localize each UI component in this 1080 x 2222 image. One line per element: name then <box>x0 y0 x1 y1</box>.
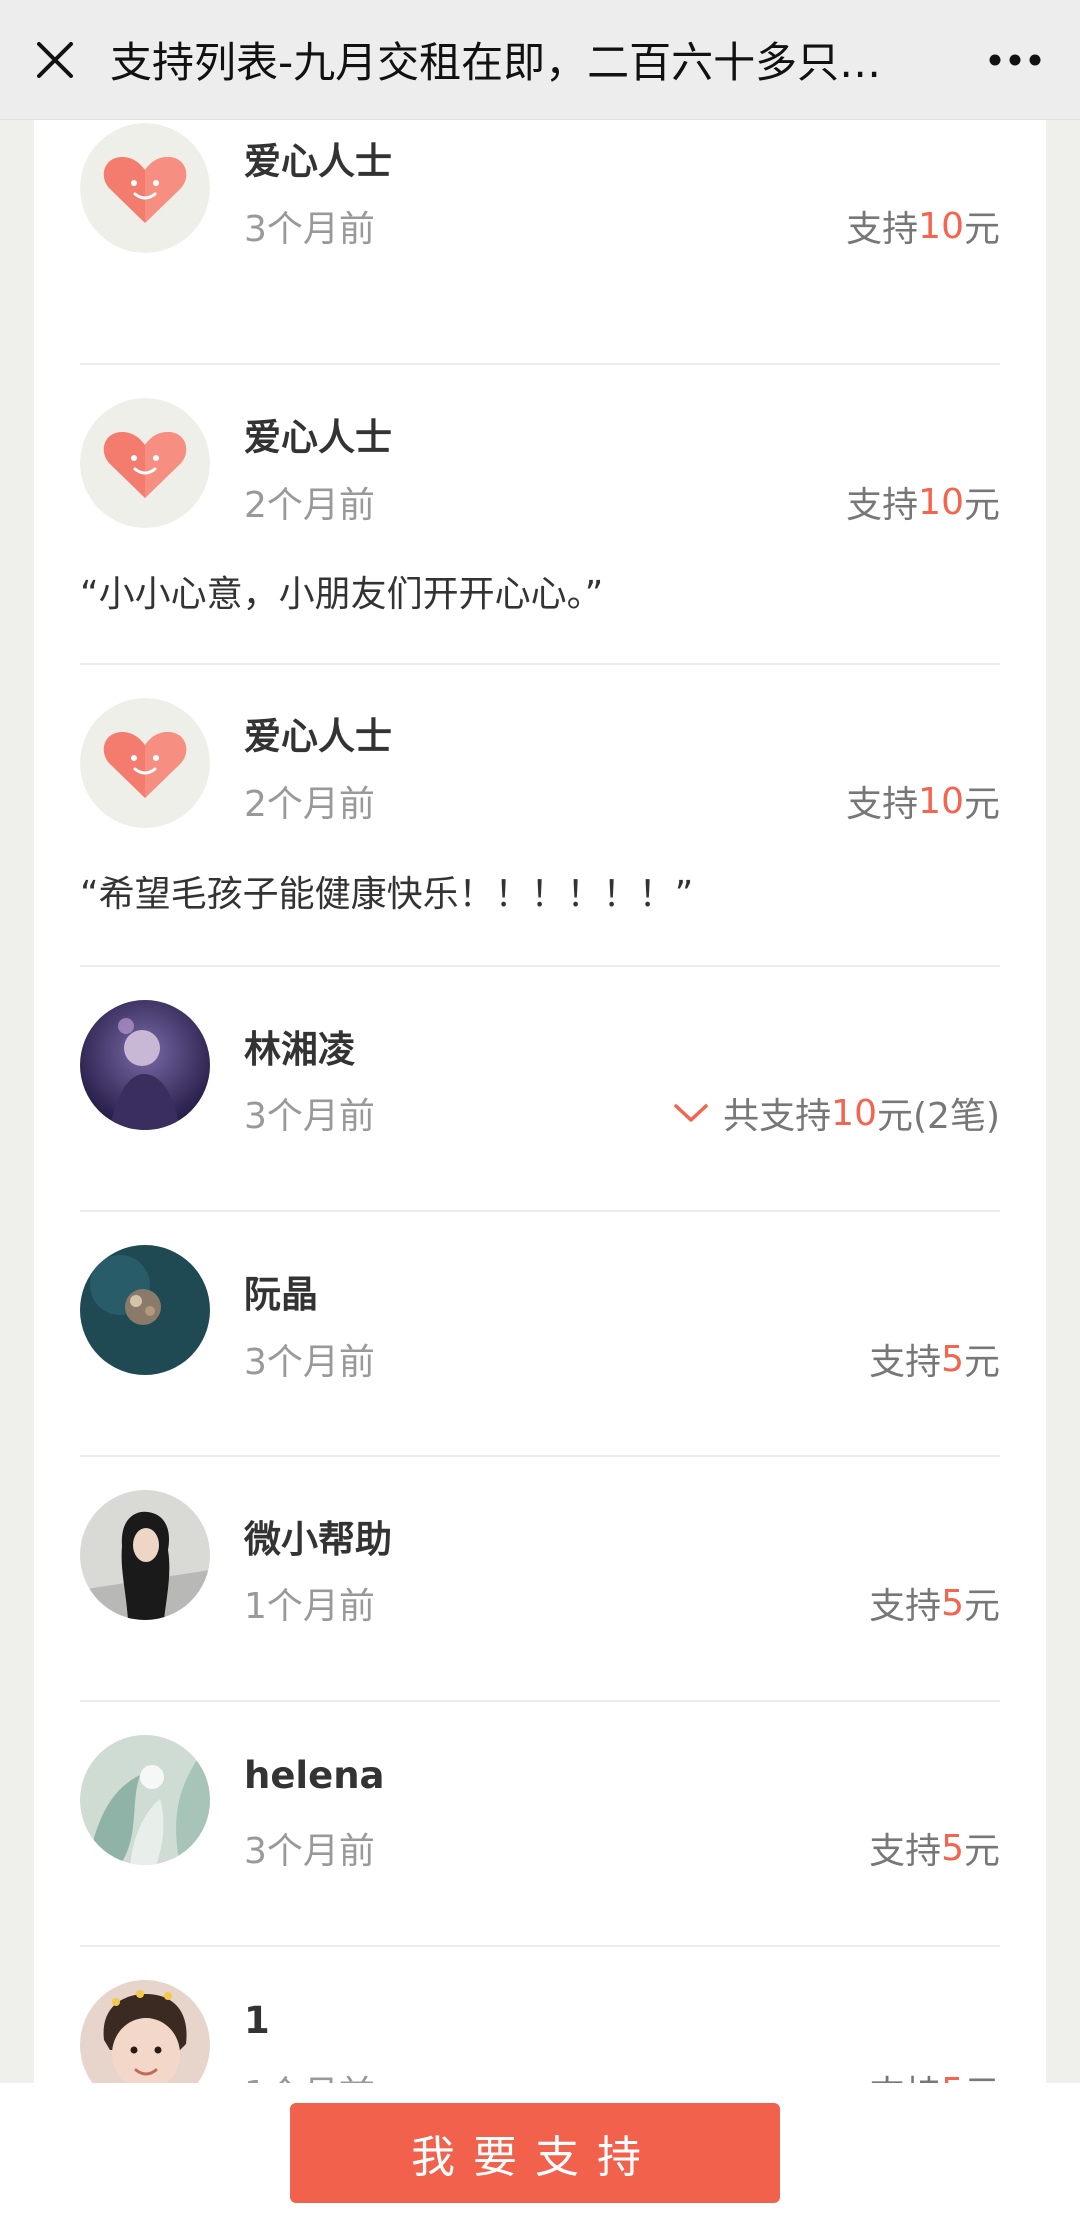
support-time: 2个月前 <box>244 784 375 825</box>
user-photo-icon <box>80 1735 210 1865</box>
support-time: 3个月前 <box>244 1096 375 1137</box>
amount-unit: 元 <box>963 784 1000 825</box>
amount-unit: 元 <box>964 2065 1000 2083</box>
page-title: 支持列表-九月交租在即，二百六十多只… <box>110 38 882 87</box>
amount-value: 5 <box>941 1827 964 1869</box>
amount-unit: 元 <box>963 1342 1000 1383</box>
list-item[interactable]: 阮晶 3个月前 支持 5 元 <box>80 1212 1000 1457</box>
amount-unit: 元 <box>963 209 1000 250</box>
supporter-list-panel: 爱心人士 3个月前 支持 10 元 爱心人士 2个月前 支持 10 元 “小小心… <box>34 120 1046 2083</box>
avatar <box>80 1245 210 1375</box>
support-button[interactable]: 我要支持 <box>290 2103 780 2203</box>
user-photo-icon <box>80 1000 210 1130</box>
expand-details-button[interactable]: 共支持 10 元 (2笔) <box>673 1087 1000 1139</box>
amount-value: 10 <box>918 205 964 247</box>
list-item[interactable]: 爱心人士 3个月前 支持 10 元 <box>80 120 1000 365</box>
support-message: “希望毛孩子能健康快乐！！！！！！” <box>80 874 694 915</box>
support-amount: 支持 10 元 <box>846 476 1000 528</box>
amount-value: 5 <box>941 2071 964 2084</box>
supporter-name: 爱心人士 <box>244 416 392 459</box>
support-time: 2个月前 <box>244 485 375 526</box>
amount-value: 5 <box>941 1338 964 1380</box>
bottom-action-bar: 我要支持 <box>0 2083 1080 2222</box>
supporter-name: 阮晶 <box>244 1273 318 1316</box>
amount-prefix: 支持 <box>869 1586 942 1627</box>
avatar <box>80 123 210 253</box>
amount-value: 5 <box>941 1582 964 1624</box>
support-time: 1个月前 <box>244 1586 375 1627</box>
supporter-name: 爱心人士 <box>244 715 392 758</box>
chevron-down-icon <box>674 1104 708 1122</box>
amount-value: 10 <box>918 481 964 523</box>
amount-prefix: 共支持 <box>723 1096 832 1137</box>
heart-icon <box>80 123 210 253</box>
avatar <box>80 1490 210 1620</box>
support-time: 3个月前 <box>244 1342 375 1383</box>
amount-prefix: 支持 <box>846 209 919 250</box>
list-item[interactable]: 微小帮助 1个月前 支持 5 元 <box>80 1457 1000 1702</box>
supporter-list: 爱心人士 3个月前 支持 10 元 爱心人士 2个月前 支持 10 元 “小小心… <box>80 120 1000 2083</box>
supporter-name: 林湘凌 <box>244 1028 355 1071</box>
list-item[interactable]: 林湘凌 3个月前 共支持 10 元 (2笔) <box>80 967 1000 1212</box>
amount-prefix: 支持 <box>846 784 919 825</box>
supporter-name: 1 <box>244 1999 270 2042</box>
title-bar: 支持列表-九月交租在即，二百六十多只… <box>0 0 1080 120</box>
list-item[interactable]: 爱心人士 2个月前 支持 10 元 “小小心意，小朋友们开开心心。” <box>80 365 1000 665</box>
avatar <box>80 1000 210 1130</box>
amount-unit: 元 <box>876 1096 913 1137</box>
list-item[interactable]: 爱心人士 2个月前 支持 10 元 “希望毛孩子能健康快乐！！！！！！” <box>80 665 1000 967</box>
support-time: 3个月前 <box>244 1831 375 1872</box>
avatar <box>80 1735 210 1865</box>
list-item[interactable]: helena 3个月前 支持 5 元 <box>80 1702 1000 1947</box>
amount-prefix: 支持 <box>846 485 919 526</box>
amount-count: (2笔) <box>913 1096 1000 1137</box>
heart-icon <box>80 698 210 828</box>
user-photo-icon <box>80 1980 210 2083</box>
support-amount: 支持5元 <box>869 2065 1000 2084</box>
close-icon <box>37 41 73 78</box>
amount-unit: 元 <box>963 485 1000 526</box>
amount-value: 10 <box>918 780 964 822</box>
support-amount: 支持5元 <box>869 1333 1000 1385</box>
avatar <box>80 698 210 828</box>
support-time: 1个月前 <box>244 2065 375 2083</box>
amount-unit: 元 <box>963 1831 1000 1872</box>
support-amount: 支持5元 <box>869 1577 1000 1629</box>
close-button[interactable] <box>0 0 110 120</box>
avatar <box>80 398 210 528</box>
amount-prefix: 支持 <box>869 1342 942 1383</box>
more-menu-button[interactable] <box>950 0 1080 120</box>
user-photo-icon <box>80 1490 210 1620</box>
avatar <box>80 1980 210 2083</box>
supporter-name: 爱心人士 <box>244 140 392 183</box>
supporter-name: 微小帮助 <box>244 1518 392 1561</box>
heart-icon <box>80 398 210 528</box>
support-amount: 支持 10 元 <box>846 200 1000 252</box>
supporter-name: helena <box>244 1754 385 1797</box>
more-icon <box>989 54 1041 65</box>
amount-value: 10 <box>831 1092 877 1134</box>
amount-prefix: 支持 <box>869 2065 941 2083</box>
amount-prefix: 支持 <box>869 1831 942 1872</box>
support-amount: 支持 10 元 <box>846 775 1000 827</box>
user-photo-icon <box>80 1245 210 1375</box>
list-item[interactable]: 1 1个月前 支持5元 <box>80 1947 1000 2083</box>
support-amount: 支持5元 <box>869 1822 1000 1874</box>
support-message: “小小心意，小朋友们开开心心。” <box>80 574 604 615</box>
support-time: 3个月前 <box>244 209 375 250</box>
amount-unit: 元 <box>963 1586 1000 1627</box>
